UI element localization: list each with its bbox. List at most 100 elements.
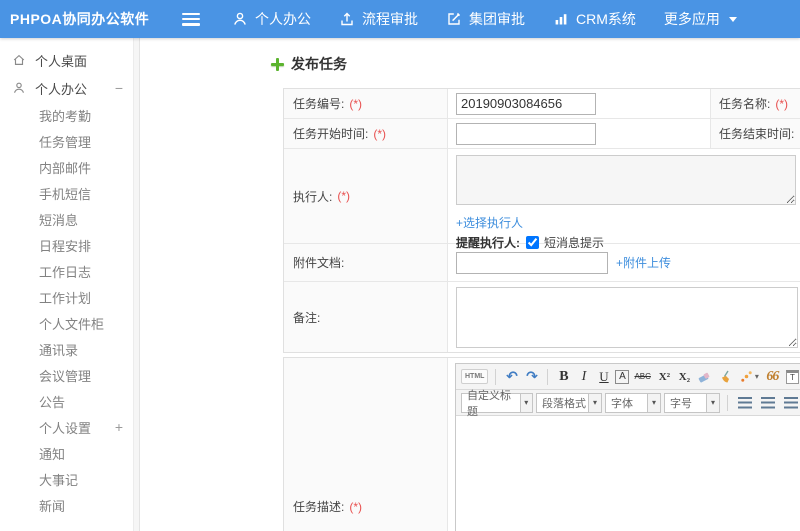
- page-title-bar: 发布任务: [271, 54, 347, 74]
- sidebar-item-notification[interactable]: 通知: [0, 440, 139, 466]
- sidebar-item-news[interactable]: 新闻: [0, 492, 139, 518]
- user-icon: [232, 11, 248, 27]
- strikethrough-button[interactable]: ABC: [632, 367, 652, 386]
- start-time-input[interactable]: [456, 122, 596, 145]
- app-logo: PHPOA协同办公软件: [10, 11, 150, 27]
- sidebar: 个人桌面 个人办公 − 我的考勤 任务管理 内部邮件 手机短信 短消息 日程安排…: [0, 38, 140, 531]
- toolbar-separator: [727, 394, 728, 411]
- sidebar-item-personal-settings[interactable]: 个人设置 +: [0, 414, 139, 440]
- attachment-cell: +附件上传: [448, 244, 800, 281]
- sidebar-item-label: 通知: [39, 446, 66, 462]
- choose-executor-link[interactable]: +选择执行人: [456, 214, 800, 231]
- table-row: 执行人: (*) +选择执行人 提醒执行人: 短消息提示: [284, 148, 800, 250]
- nav-item-more-apps[interactable]: 更多应用: [664, 9, 737, 29]
- font-family-dropdown[interactable]: 字体 ▾: [605, 392, 661, 413]
- superscript-button[interactable]: X²: [656, 367, 673, 386]
- font-background-button[interactable]: A: [615, 369, 630, 384]
- nav-item-workflow-approval[interactable]: 流程审批: [339, 9, 418, 29]
- remark-textarea[interactable]: [456, 287, 798, 348]
- bold-button[interactable]: B: [555, 367, 572, 386]
- sidebar-item-internal-mail[interactable]: 内部邮件: [0, 154, 139, 180]
- task-no-input[interactable]: [456, 92, 596, 115]
- sidebar-item-short-message[interactable]: 短消息: [0, 206, 139, 232]
- task-no-cell: [448, 89, 711, 118]
- chevron-down-icon: [728, 16, 737, 22]
- dropdown-label: 自定义标题: [467, 389, 511, 418]
- blockquote-button[interactable]: 66: [764, 367, 781, 386]
- format-brush-icon[interactable]: ▾: [738, 367, 761, 386]
- editor-content-area[interactable]: [456, 416, 800, 531]
- sidebar-item-meeting-management[interactable]: 会议管理: [0, 362, 139, 388]
- eraser-icon[interactable]: [696, 367, 714, 386]
- undo-icon[interactable]: ↶: [503, 367, 520, 386]
- chevron-down-icon: ▾: [519, 393, 532, 412]
- custom-heading-dropdown[interactable]: 自定义标题 ▾: [461, 390, 533, 418]
- attachment-input[interactable]: [456, 251, 608, 274]
- required-mark: (*): [373, 126, 387, 141]
- collapse-minus-icon[interactable]: −: [115, 81, 123, 95]
- add-plus-icon: [271, 57, 284, 71]
- executor-label: 执行人:: [293, 189, 333, 204]
- align-left-icon[interactable]: [735, 393, 755, 412]
- expand-plus-icon[interactable]: +: [115, 420, 123, 434]
- underline-button[interactable]: U: [595, 367, 612, 386]
- sidebar-item-label: 我的考勤: [39, 108, 92, 124]
- subscript-button[interactable]: X₂: [676, 367, 693, 386]
- sidebar-item-mobile-sms[interactable]: 手机短信: [0, 180, 139, 206]
- task-no-label-cell: 任务编号: (*): [284, 89, 448, 118]
- start-time-label-cell: 任务开始时间: (*): [284, 119, 448, 148]
- sidebar-item-label: 个人办公: [35, 81, 88, 97]
- nav-item-crm-system[interactable]: CRM系统: [553, 9, 636, 29]
- broom-clean-icon[interactable]: [717, 367, 735, 386]
- end-time-label-cell: 任务结束时间: (*): [711, 119, 800, 148]
- sidebar-item-memorabilia[interactable]: 大事记: [0, 466, 139, 492]
- page-title: 发布任务: [291, 56, 347, 72]
- dropdown-label: 段落格式: [542, 397, 586, 410]
- sidebar-item-announcement[interactable]: 公告: [0, 388, 139, 414]
- sidebar-item-label: 个人设置: [39, 420, 92, 436]
- rich-text-editor: HTML ↶ ↷ B I U A ABC X² X₂ ▾ 66 T 自定义标题 …: [455, 363, 800, 531]
- table-row: 任务编号: (*) 任务名称: (*): [284, 89, 800, 118]
- html-source-button[interactable]: HTML: [461, 369, 489, 384]
- sidebar-item-label: 个人桌面: [35, 53, 88, 69]
- sidebar-item-schedule[interactable]: 日程安排: [0, 232, 139, 258]
- sidebar-item-label: 个人文件柜: [39, 316, 105, 332]
- attachment-label: 附件文档:: [293, 256, 345, 270]
- italic-button[interactable]: I: [575, 367, 592, 386]
- sidebar-item-task-management[interactable]: 任务管理: [0, 128, 139, 154]
- nav-item-personal-office[interactable]: 个人办公: [232, 9, 311, 29]
- sidebar-item-contacts[interactable]: 通讯录: [0, 336, 139, 362]
- font-size-dropdown[interactable]: 字号 ▾: [664, 392, 720, 413]
- sidebar-item-personal-desktop[interactable]: 个人桌面: [0, 46, 139, 74]
- toolbar-separator: [495, 368, 497, 385]
- sidebar-item-label: 内部邮件: [39, 160, 92, 176]
- start-time-label: 任务开始时间:: [293, 127, 369, 141]
- sidebar-item-work-diary[interactable]: 工作日志: [0, 258, 139, 284]
- table-row: 备注:: [284, 281, 800, 352]
- redo-icon[interactable]: ↷: [523, 367, 540, 386]
- end-time-label: 任务结束时间:: [719, 127, 795, 141]
- attachment-upload-link[interactable]: +附件上传: [616, 254, 671, 271]
- task-description-table: 任务描述: (*) HTML ↶ ↷ B I U A ABC X² X₂ ▾ 6…: [283, 357, 800, 531]
- sidebar-item-work-plan[interactable]: 工作计划: [0, 284, 139, 310]
- sidebar-item-label: 工作日志: [39, 264, 92, 280]
- task-name-label: 任务名称:: [719, 97, 771, 111]
- paragraph-format-dropdown[interactable]: 段落格式 ▾: [536, 392, 602, 413]
- required-mark: (*): [349, 499, 363, 514]
- sidebar-item-personal-file-cabinet[interactable]: 个人文件柜: [0, 310, 139, 336]
- align-center-icon[interactable]: [758, 393, 778, 412]
- upload-flow-icon: [339, 11, 355, 27]
- align-right-icon[interactable]: [781, 393, 800, 412]
- hamburger-menu-icon[interactable]: [182, 12, 200, 26]
- nav-label: 流程审批: [362, 11, 418, 27]
- sidebar-item-label: 工作计划: [39, 290, 92, 306]
- executor-textarea[interactable]: [456, 155, 796, 205]
- nav-item-group-approval[interactable]: 集团审批: [446, 9, 525, 29]
- paste-from-word-icon[interactable]: T: [784, 367, 800, 386]
- description-label: 任务描述:: [293, 500, 345, 514]
- sidebar-item-personal-office[interactable]: 个人办公 −: [0, 74, 139, 102]
- task-no-label: 任务编号:: [293, 97, 345, 111]
- nav-label: 更多应用: [663, 11, 720, 27]
- sidebar-item-label: 会议管理: [39, 368, 92, 384]
- sidebar-item-my-attendance[interactable]: 我的考勤: [0, 102, 139, 128]
